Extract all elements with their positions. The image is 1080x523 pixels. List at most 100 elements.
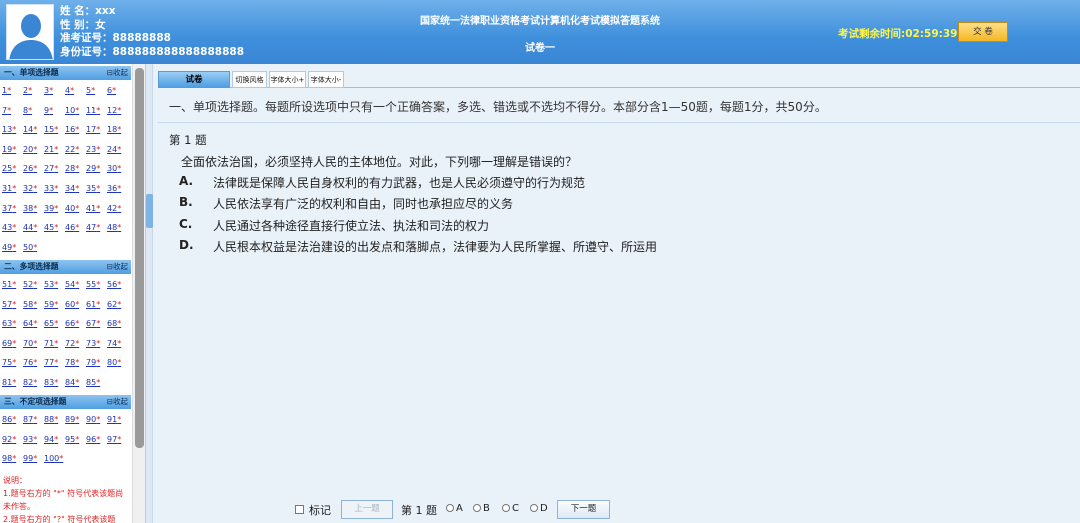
- question-link[interactable]: 16*: [65, 120, 86, 140]
- mark-checkbox[interactable]: [295, 505, 304, 514]
- question-link[interactable]: 52*: [23, 275, 44, 295]
- question-link[interactable]: 63*: [2, 314, 23, 334]
- question-link[interactable]: 44*: [23, 218, 44, 238]
- question-link[interactable]: 31*: [2, 179, 23, 199]
- question-link[interactable]: 18*: [107, 120, 128, 140]
- question-link[interactable]: 45*: [44, 218, 65, 238]
- answer-radio-b[interactable]: B: [473, 503, 490, 514]
- question-link[interactable]: 48*: [107, 218, 128, 238]
- question-link[interactable]: 3*: [44, 81, 65, 101]
- question-link[interactable]: 87*: [23, 410, 44, 430]
- question-link[interactable]: 83*: [44, 373, 65, 393]
- question-link[interactable]: 17*: [86, 120, 107, 140]
- question-link[interactable]: 21*: [44, 140, 65, 160]
- question-link[interactable]: 58*: [23, 295, 44, 315]
- question-link[interactable]: 46*: [65, 218, 86, 238]
- question-link[interactable]: 86*: [2, 410, 23, 430]
- question-link[interactable]: 76*: [23, 353, 44, 373]
- question-link[interactable]: 47*: [86, 218, 107, 238]
- question-link[interactable]: 92*: [2, 430, 23, 450]
- radio-circle-icon[interactable]: [446, 504, 454, 512]
- question-link[interactable]: 25*: [2, 159, 23, 179]
- question-link[interactable]: 70*: [23, 334, 44, 354]
- question-link[interactable]: 71*: [44, 334, 65, 354]
- question-link[interactable]: 56*: [107, 275, 128, 295]
- collapse-button[interactable]: ⊟收起: [107, 260, 128, 274]
- question-link[interactable]: 62*: [107, 295, 128, 315]
- answer-radio-d[interactable]: D: [530, 503, 548, 514]
- question-link[interactable]: 19*: [2, 140, 23, 160]
- question-link[interactable]: 85*: [86, 373, 107, 393]
- question-link[interactable]: 43*: [2, 218, 23, 238]
- question-link[interactable]: 23*: [86, 140, 107, 160]
- radio-circle-icon[interactable]: [473, 504, 481, 512]
- answer-radio-a[interactable]: A: [446, 503, 463, 514]
- question-link[interactable]: 50*: [23, 238, 44, 258]
- question-link[interactable]: 10*: [65, 101, 86, 121]
- question-link[interactable]: 80*: [107, 353, 128, 373]
- prev-question-button[interactable]: 上一题: [341, 500, 393, 519]
- question-link[interactable]: 100*: [44, 449, 65, 469]
- question-link[interactable]: 53*: [44, 275, 65, 295]
- question-link[interactable]: 5*: [86, 81, 107, 101]
- question-link[interactable]: 78*: [65, 353, 86, 373]
- radio-circle-icon[interactable]: [502, 504, 510, 512]
- question-link[interactable]: 54*: [65, 275, 86, 295]
- question-link[interactable]: 32*: [23, 179, 44, 199]
- question-link[interactable]: 75*: [2, 353, 23, 373]
- question-link[interactable]: 38*: [23, 199, 44, 219]
- question-link[interactable]: 2*: [23, 81, 44, 101]
- question-link[interactable]: 33*: [44, 179, 65, 199]
- question-link[interactable]: 72*: [65, 334, 86, 354]
- radio-circle-icon[interactable]: [530, 504, 538, 512]
- question-link[interactable]: 66*: [65, 314, 86, 334]
- tab-paper[interactable]: 试卷: [158, 71, 230, 88]
- sidebar-splitter[interactable]: [146, 64, 153, 523]
- question-link[interactable]: 91*: [107, 410, 128, 430]
- scrollbar-thumb[interactable]: [135, 68, 144, 448]
- question-link[interactable]: 79*: [86, 353, 107, 373]
- question-link[interactable]: 64*: [23, 314, 44, 334]
- question-link[interactable]: 40*: [65, 199, 86, 219]
- question-link[interactable]: 59*: [44, 295, 65, 315]
- question-link[interactable]: 8*: [23, 101, 44, 121]
- question-link[interactable]: 28*: [65, 159, 86, 179]
- question-link[interactable]: 39*: [44, 199, 65, 219]
- font-smaller-button[interactable]: 字体大小-: [308, 71, 344, 88]
- question-link[interactable]: 74*: [107, 334, 128, 354]
- question-link[interactable]: 88*: [44, 410, 65, 430]
- question-link[interactable]: 37*: [2, 199, 23, 219]
- question-link[interactable]: 98*: [2, 449, 23, 469]
- question-link[interactable]: 89*: [65, 410, 86, 430]
- question-link[interactable]: 4*: [65, 81, 86, 101]
- question-link[interactable]: 68*: [107, 314, 128, 334]
- question-link[interactable]: 96*: [86, 430, 107, 450]
- splitter-toggle-icon[interactable]: [146, 194, 153, 228]
- question-link[interactable]: 36*: [107, 179, 128, 199]
- question-link[interactable]: 1*: [2, 81, 23, 101]
- question-link[interactable]: 97*: [107, 430, 128, 450]
- question-link[interactable]: 15*: [44, 120, 65, 140]
- collapse-button[interactable]: ⊟收起: [107, 66, 128, 80]
- question-link[interactable]: 51*: [2, 275, 23, 295]
- question-link[interactable]: 55*: [86, 275, 107, 295]
- question-link[interactable]: 20*: [23, 140, 44, 160]
- question-link[interactable]: 82*: [23, 373, 44, 393]
- question-link[interactable]: 94*: [44, 430, 65, 450]
- question-link[interactable]: 6*: [107, 81, 128, 101]
- question-link[interactable]: 49*: [2, 238, 23, 258]
- collapse-button[interactable]: ⊟收起: [107, 395, 128, 409]
- switch-style-button[interactable]: 切换风格: [232, 71, 267, 88]
- question-link[interactable]: 57*: [2, 295, 23, 315]
- question-link[interactable]: 11*: [86, 101, 107, 121]
- question-link[interactable]: 93*: [23, 430, 44, 450]
- next-question-button[interactable]: 下一题: [557, 500, 610, 519]
- question-link[interactable]: 61*: [86, 295, 107, 315]
- question-link[interactable]: 99*: [23, 449, 44, 469]
- question-link[interactable]: 12*: [107, 101, 128, 121]
- submit-button[interactable]: 交 卷: [958, 22, 1008, 42]
- question-link[interactable]: 30*: [107, 159, 128, 179]
- question-link[interactable]: 35*: [86, 179, 107, 199]
- question-link[interactable]: 9*: [44, 101, 65, 121]
- question-link[interactable]: 67*: [86, 314, 107, 334]
